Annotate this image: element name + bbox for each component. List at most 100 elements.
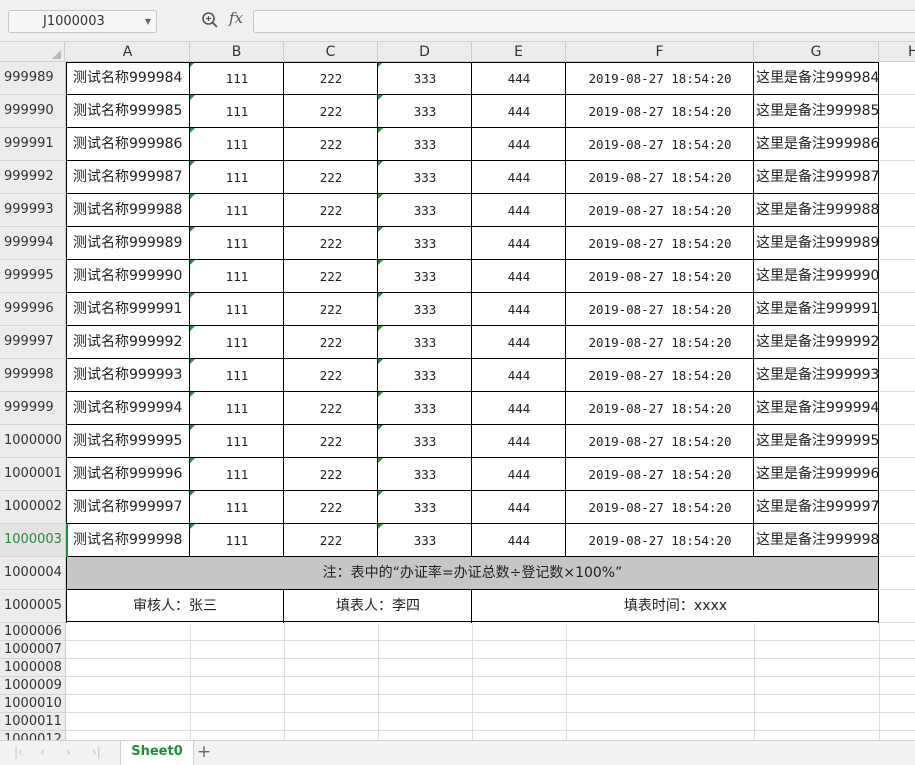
table-cell[interactable]: 222	[284, 425, 378, 458]
row-header[interactable]: 999990	[0, 95, 65, 128]
table-cell[interactable]: 这里是备注999995	[754, 425, 879, 458]
row-header[interactable]: 999992	[0, 161, 65, 194]
table-cell[interactable]: 2019-08-27 18:54:20	[566, 260, 754, 293]
name-box[interactable]: J1000003 ▼	[8, 10, 157, 33]
table-cell[interactable]: 444	[472, 326, 566, 359]
table-cell[interactable]: 111	[190, 359, 284, 392]
table-cell[interactable]: 这里是备注999991	[754, 293, 879, 326]
row-header[interactable]: 1000012	[0, 731, 65, 740]
column-header-h[interactable]: H	[879, 42, 915, 62]
table-cell[interactable]: 测试名称999997	[66, 491, 190, 524]
row-header[interactable]: 1000006	[0, 623, 65, 641]
table-cell[interactable]: 222	[284, 458, 378, 491]
table-cell[interactable]: 2019-08-27 18:54:20	[566, 227, 754, 260]
table-cell[interactable]: 测试名称999996	[66, 458, 190, 491]
table-cell[interactable]: 111	[190, 293, 284, 326]
table-cell[interactable]: 333	[378, 392, 472, 425]
table-cell[interactable]: 这里是备注999992	[754, 326, 879, 359]
row-header[interactable]: 999989	[0, 62, 65, 95]
table-cell[interactable]: 测试名称999992	[66, 326, 190, 359]
table-cell[interactable]: 333	[378, 524, 472, 557]
table-cell[interactable]: 2019-08-27 18:54:20	[566, 359, 754, 392]
row-header[interactable]: 1000007	[0, 641, 65, 659]
table-cell[interactable]: 111	[190, 128, 284, 161]
table-cell[interactable]: 333	[378, 359, 472, 392]
table-cell[interactable]: 444	[472, 260, 566, 293]
table-cell[interactable]: 444	[472, 161, 566, 194]
column-header-f[interactable]: F	[566, 42, 754, 62]
table-cell[interactable]: 测试名称999991	[66, 293, 190, 326]
table-cell[interactable]: 测试名称999986	[66, 128, 190, 161]
table-cell[interactable]: 111	[190, 392, 284, 425]
row-header[interactable]: 1000003	[0, 524, 65, 557]
signature-cell-filler[interactable]: 填表人：李四	[284, 590, 472, 623]
table-cell[interactable]: 测试名称999989	[66, 227, 190, 260]
column-header-c[interactable]: C	[284, 42, 378, 62]
table-cell[interactable]: 333	[378, 95, 472, 128]
table-cell[interactable]: 333	[378, 62, 472, 95]
table-cell[interactable]: 2019-08-27 18:54:20	[566, 194, 754, 227]
table-cell[interactable]: 333	[378, 425, 472, 458]
table-cell[interactable]: 111	[190, 260, 284, 293]
prev-sheet-icon[interactable]: ‹	[40, 745, 45, 759]
table-cell[interactable]: 222	[284, 194, 378, 227]
signature-cell-reviewer[interactable]: 审核人：张三	[66, 590, 284, 623]
table-cell[interactable]: 2019-08-27 18:54:20	[566, 425, 754, 458]
table-cell[interactable]: 222	[284, 227, 378, 260]
table-cell[interactable]: 这里是备注999993	[754, 359, 879, 392]
table-cell[interactable]: 111	[190, 425, 284, 458]
row-header[interactable]: 999998	[0, 359, 65, 392]
row-header[interactable]: 999994	[0, 227, 65, 260]
table-cell[interactable]: 222	[284, 95, 378, 128]
table-cell[interactable]: 111	[190, 194, 284, 227]
zoom-icon[interactable]	[201, 11, 219, 29]
table-cell[interactable]: 222	[284, 524, 378, 557]
table-cell[interactable]: 这里是备注999987	[754, 161, 879, 194]
table-cell[interactable]: 444	[472, 227, 566, 260]
footnote-cell[interactable]: 注：表中的“办证率=办证总数÷登记数×100%”	[66, 557, 879, 590]
first-sheet-icon[interactable]: |‹	[14, 745, 23, 759]
row-header[interactable]: 999999	[0, 392, 65, 425]
column-header-g[interactable]: G	[754, 42, 879, 62]
table-cell[interactable]: 444	[472, 128, 566, 161]
table-cell[interactable]: 测试名称999998	[66, 524, 190, 557]
table-cell[interactable]: 2019-08-27 18:54:20	[566, 524, 754, 557]
table-cell[interactable]: 测试名称999993	[66, 359, 190, 392]
next-sheet-icon[interactable]: ›	[66, 745, 71, 759]
table-cell[interactable]: 这里是备注999989	[754, 227, 879, 260]
table-cell[interactable]: 333	[378, 326, 472, 359]
column-header-d[interactable]: D	[378, 42, 472, 62]
table-cell[interactable]: 111	[190, 161, 284, 194]
table-cell[interactable]: 222	[284, 260, 378, 293]
table-cell[interactable]: 222	[284, 161, 378, 194]
table-cell[interactable]: 111	[190, 326, 284, 359]
column-header-a[interactable]: A	[66, 42, 190, 62]
table-cell[interactable]: 333	[378, 227, 472, 260]
table-cell[interactable]: 2019-08-27 18:54:20	[566, 491, 754, 524]
table-cell[interactable]: 2019-08-27 18:54:20	[566, 458, 754, 491]
table-cell[interactable]: 222	[284, 392, 378, 425]
table-cell[interactable]: 111	[190, 95, 284, 128]
table-cell[interactable]: 这里是备注999988	[754, 194, 879, 227]
tab-sheet0[interactable]: Sheet0	[120, 741, 194, 765]
row-header[interactable]: 999995	[0, 260, 65, 293]
row-header[interactable]: 999991	[0, 128, 65, 161]
table-cell[interactable]: 测试名称999988	[66, 194, 190, 227]
table-cell[interactable]: 333	[378, 260, 472, 293]
last-sheet-icon[interactable]: ›|	[92, 745, 101, 759]
table-cell[interactable]: 2019-08-27 18:54:20	[566, 95, 754, 128]
table-cell[interactable]: 这里是备注999998	[754, 524, 879, 557]
table-cell[interactable]: 444	[472, 62, 566, 95]
row-header[interactable]: 999993	[0, 194, 65, 227]
table-cell[interactable]: 444	[472, 491, 566, 524]
table-cell[interactable]: 333	[378, 293, 472, 326]
row-header[interactable]: 1000009	[0, 677, 65, 695]
table-cell[interactable]: 222	[284, 62, 378, 95]
add-sheet-button[interactable]: +	[195, 742, 213, 762]
table-cell[interactable]: 333	[378, 458, 472, 491]
table-cell[interactable]: 2019-08-27 18:54:20	[566, 392, 754, 425]
row-header[interactable]: 1000010	[0, 695, 65, 713]
row-header[interactable]: 1000005	[0, 590, 65, 623]
table-cell[interactable]: 测试名称999987	[66, 161, 190, 194]
table-cell[interactable]: 测试名称999984	[66, 62, 190, 95]
